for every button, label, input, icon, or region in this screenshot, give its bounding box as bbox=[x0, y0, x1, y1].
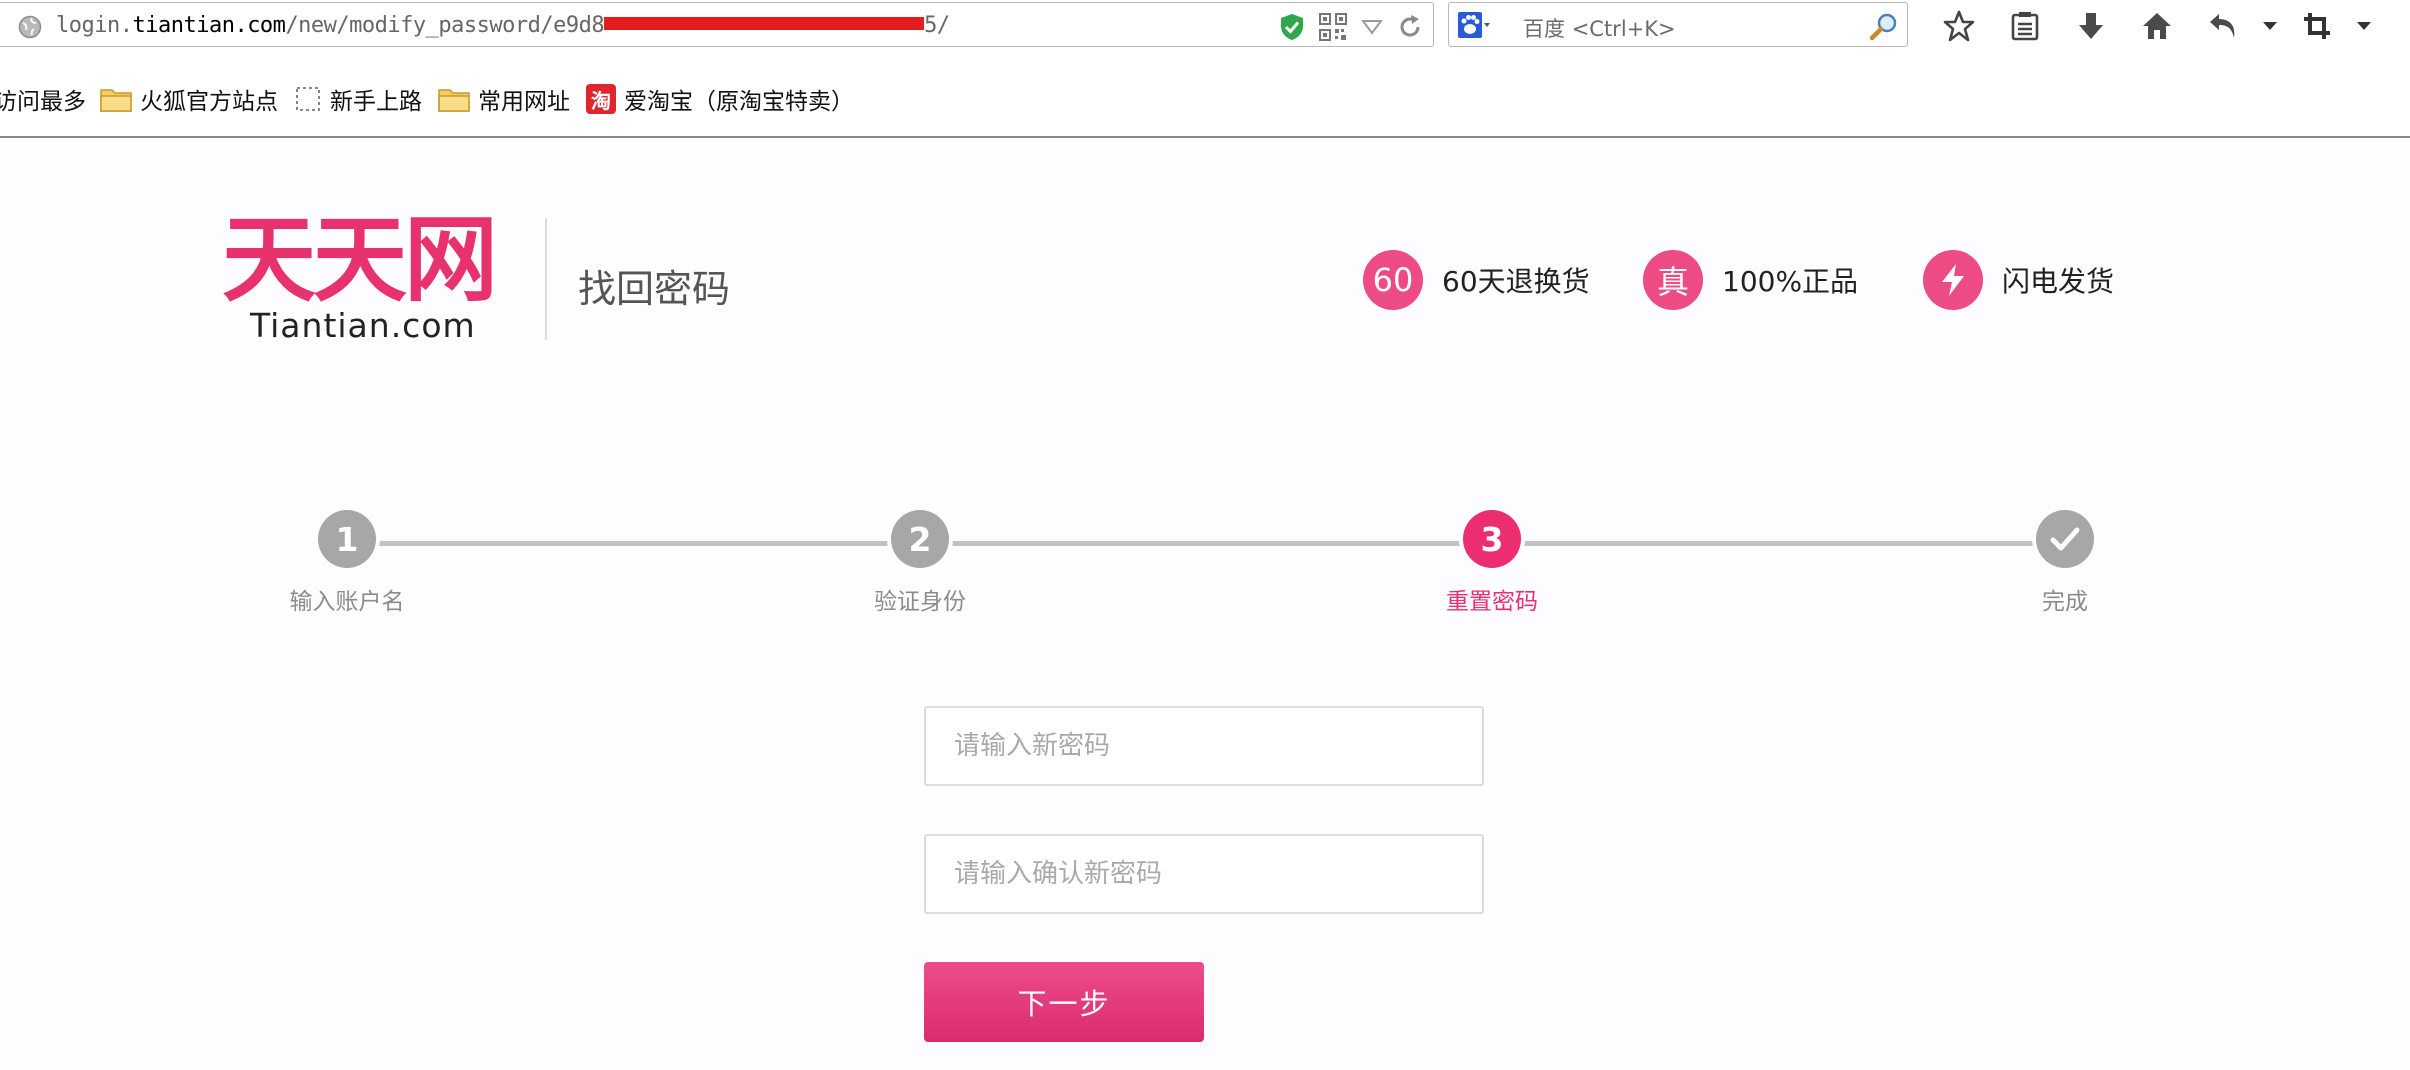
chevron-down-icon[interactable] bbox=[2256, 6, 2284, 46]
taobao-badge: 淘 bbox=[586, 84, 616, 114]
url-text[interactable]: login.tiantian.com/new/modify_password/e… bbox=[56, 13, 950, 38]
step-label: 验证身份 bbox=[874, 589, 966, 615]
step-reset-password: 3 重置密码 bbox=[1392, 510, 1592, 616]
step-number: 2 bbox=[891, 510, 949, 568]
logo-chinese: 天天网 bbox=[222, 206, 498, 315]
url-redaction bbox=[604, 17, 925, 30]
url-host: tiantian.com bbox=[132, 13, 286, 38]
url-prefix: login. bbox=[56, 13, 133, 38]
qr-code-icon[interactable] bbox=[1319, 13, 1347, 41]
step-verify-identity: 2 验证身份 bbox=[820, 510, 1020, 616]
promise-label: 100%正品 bbox=[1722, 265, 1859, 298]
folder-icon bbox=[438, 86, 470, 112]
header-divider bbox=[545, 218, 547, 340]
bookmark-label: 新手上路 bbox=[330, 89, 422, 115]
bookmarks-list-icon[interactable] bbox=[1992, 6, 2058, 46]
step-progress-line bbox=[346, 541, 2066, 546]
promise-badge-genuine: 真 bbox=[1643, 250, 1703, 310]
crop-screenshot-icon[interactable] bbox=[2284, 6, 2350, 46]
promise-fast-shipping: 闪电发货 bbox=[1923, 250, 2114, 310]
search-shortcut: <Ctrl+K> bbox=[1571, 17, 1676, 41]
search-bar[interactable]: 百度 <Ctrl+K> bbox=[1448, 2, 1908, 47]
download-icon[interactable] bbox=[2058, 6, 2124, 46]
bookmark-ai-taobao[interactable]: 淘 爱淘宝（原淘宝特卖） bbox=[586, 82, 854, 116]
step-complete: 完成 bbox=[1965, 510, 2165, 616]
baidu-paw-icon[interactable] bbox=[1457, 11, 1491, 39]
undo-back-icon[interactable] bbox=[2190, 6, 2256, 46]
step-number: 1 bbox=[318, 510, 376, 568]
page-title: 找回密码 bbox=[578, 267, 731, 311]
bookmark-most-visited[interactable]: 访问最多 bbox=[0, 82, 86, 116]
folder-icon bbox=[100, 86, 132, 112]
globe-icon[interactable] bbox=[18, 15, 42, 39]
url-suffix: 5/ bbox=[924, 13, 950, 38]
step-enter-account: 1 输入账户名 bbox=[247, 510, 447, 616]
shield-icon[interactable] bbox=[1279, 13, 1305, 41]
dropdown-history-icon[interactable] bbox=[1361, 19, 1383, 35]
promise-60-day-return: 60 60天退换货 bbox=[1363, 250, 1590, 310]
promise-badge-60: 60 bbox=[1363, 250, 1423, 310]
promise-label: 60天退换货 bbox=[1442, 265, 1590, 298]
step-label: 重置密码 bbox=[1446, 589, 1538, 615]
taobao-icon: 淘 bbox=[586, 84, 616, 114]
new-password-input[interactable] bbox=[924, 706, 1484, 786]
confirm-password-input[interactable] bbox=[924, 834, 1484, 914]
tiantian-logo[interactable]: 天天网 Tiantian.com bbox=[222, 214, 522, 344]
bookmarks-toolbar: 访问最多 火狐官方站点 新手上路 常用网址 淘 爱淘宝（原淘宝特卖） bbox=[0, 52, 2410, 138]
bolt-icon bbox=[1923, 250, 1983, 310]
step-label: 完成 bbox=[2042, 589, 2088, 615]
bookmark-label: 爱淘宝（原淘宝特卖） bbox=[624, 89, 854, 115]
promise-label: 闪电发货 bbox=[2002, 265, 2115, 298]
bookmark-star-icon[interactable] bbox=[1926, 6, 1992, 46]
reload-icon[interactable] bbox=[1397, 14, 1423, 40]
url-path: /new/modify_password/e9d8 bbox=[285, 13, 605, 38]
next-step-button[interactable]: 下一步 bbox=[924, 962, 1204, 1042]
chevron-down-icon-2[interactable] bbox=[2350, 6, 2378, 46]
step-label: 输入账户名 bbox=[289, 589, 405, 615]
search-engine-name: 百度 bbox=[1523, 17, 1565, 41]
bookmark-label: 常用网址 bbox=[478, 89, 570, 115]
url-bar[interactable]: login.tiantian.com/new/modify_password/e… bbox=[0, 2, 1434, 47]
logo-english: Tiantian.com bbox=[250, 306, 476, 345]
browser-navbar: login.tiantian.com/new/modify_password/e… bbox=[0, 0, 2410, 53]
bookmark-firefox-sites[interactable]: 火狐官方站点 bbox=[100, 82, 278, 116]
search-input[interactable]: 百度 <Ctrl+K> bbox=[1523, 13, 1676, 43]
promise-genuine: 真 100%正品 bbox=[1643, 250, 1858, 310]
bookmark-label: 访问最多 bbox=[0, 89, 86, 115]
step-number: 3 bbox=[1463, 510, 1521, 568]
bookmark-getting-started[interactable]: 新手上路 bbox=[294, 82, 422, 116]
check-icon bbox=[2036, 510, 2094, 568]
home-icon[interactable] bbox=[2124, 6, 2190, 46]
bookmark-label: 火狐官方站点 bbox=[140, 89, 278, 115]
dashed-page-icon bbox=[294, 85, 322, 113]
magnifier-icon[interactable] bbox=[1869, 11, 1899, 45]
bookmark-common-urls[interactable]: 常用网址 bbox=[438, 82, 570, 116]
